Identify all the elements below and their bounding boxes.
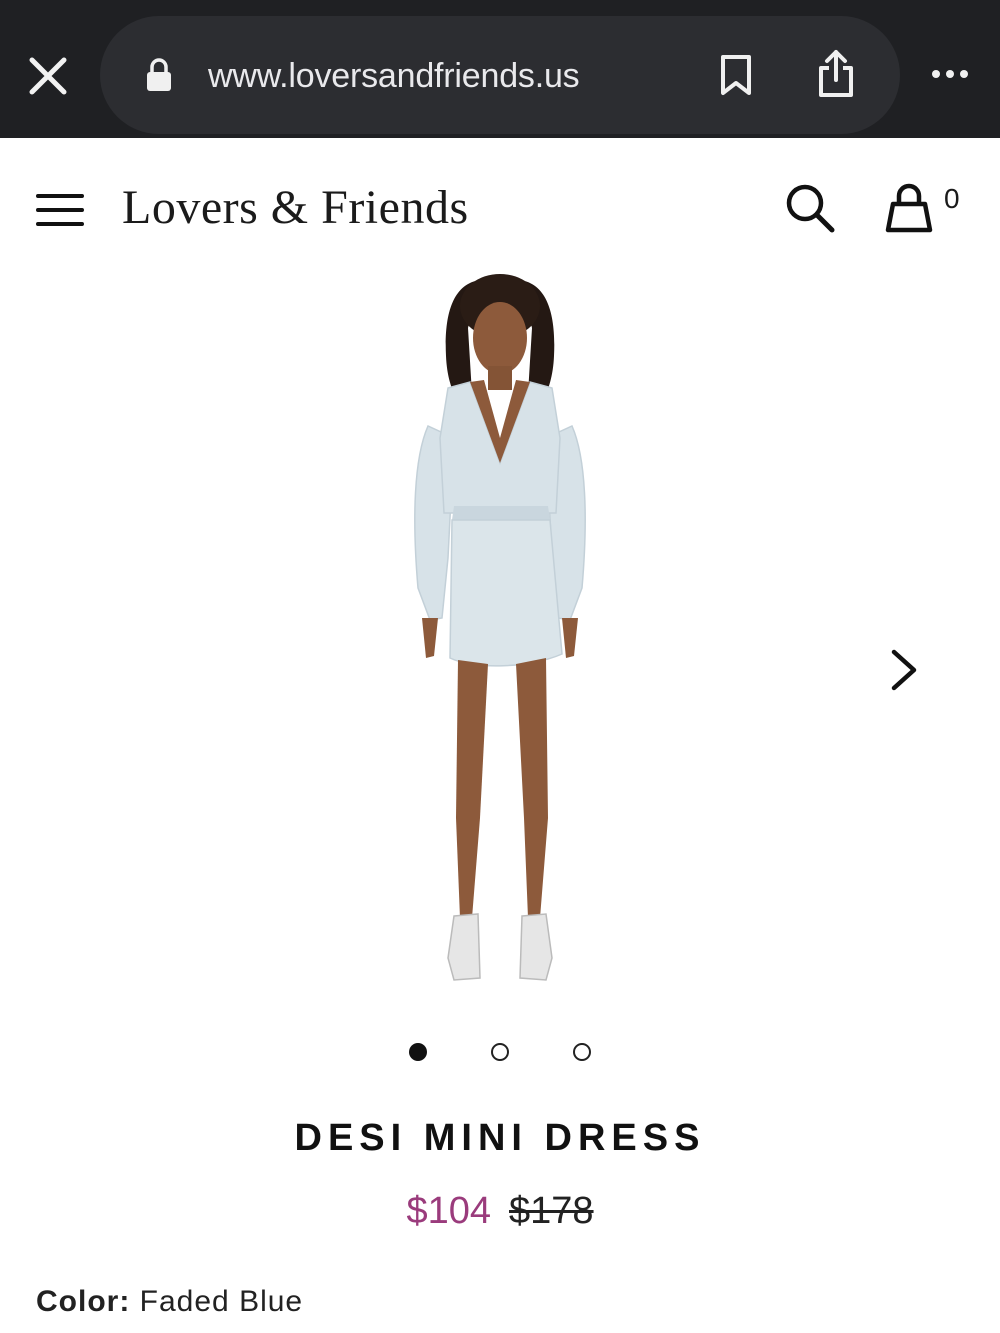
color-selection: Color: Faded Blue [36, 1282, 303, 1322]
product-title: DESI MINI DRESS [294, 1117, 706, 1159]
share-icon[interactable] [816, 48, 856, 98]
cart-count[interactable]: 0 [944, 184, 960, 214]
sale-price: $104 [406, 1190, 491, 1232]
more-icon[interactable] [930, 66, 970, 82]
original-price: $178 [509, 1190, 594, 1232]
bookmark-icon[interactable] [718, 54, 754, 96]
brand-logo[interactable]: Lovers & Friends [122, 178, 469, 238]
url-text[interactable]: www.loversandfriends.us [208, 54, 580, 98]
price-row: $104 $178 [0, 1186, 1000, 1236]
color-value: Faded Blue [139, 1285, 304, 1318]
site-header: Lovers & Friends 0 [0, 138, 1000, 278]
lock-icon [147, 58, 171, 91]
carousel-dot[interactable] [573, 1043, 591, 1061]
close-icon [29, 57, 67, 95]
carousel-dot[interactable] [491, 1043, 509, 1061]
carousel-dot[interactable] [409, 1043, 427, 1061]
search-icon[interactable] [784, 182, 836, 234]
chevron-right-icon[interactable] [886, 648, 922, 692]
bag-icon[interactable] [884, 182, 934, 234]
product-photo[interactable] [330, 258, 670, 1008]
close-button[interactable] [22, 50, 74, 102]
carousel-indicator [0, 1038, 1000, 1066]
browser-toolbar: www.loversandfriends.us [0, 0, 1000, 138]
menu-icon[interactable] [36, 192, 84, 228]
color-label: Color: [36, 1285, 131, 1318]
